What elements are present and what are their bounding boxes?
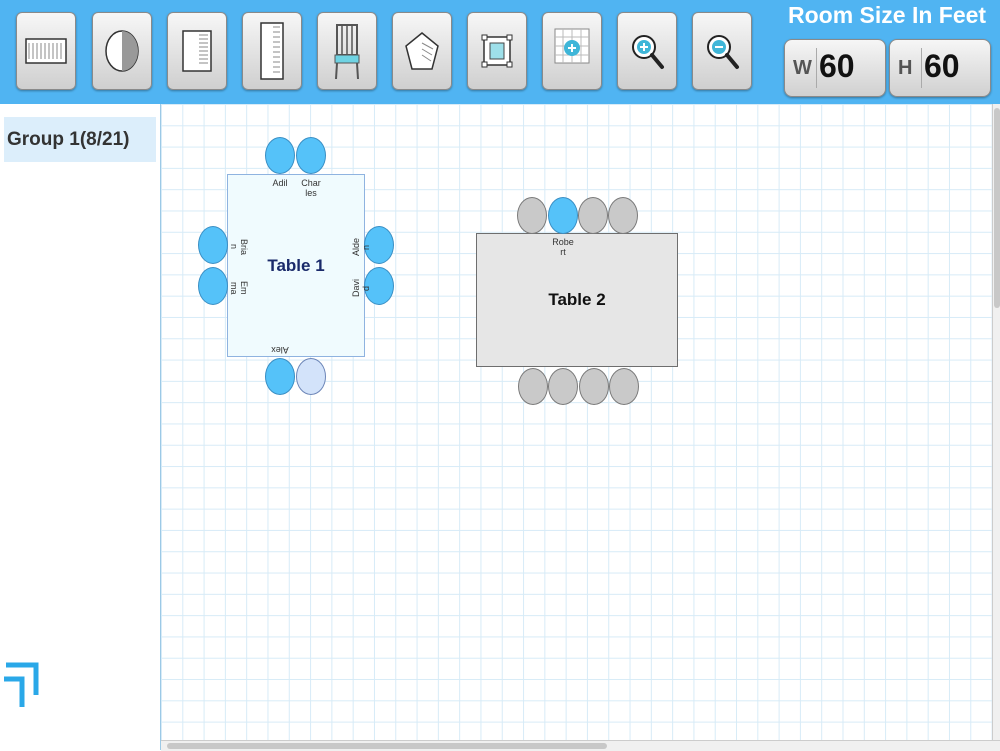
guest-name: Em ma <box>229 281 249 295</box>
table-1-seat-top-right[interactable] <box>296 137 326 174</box>
table-2-seat-top-4[interactable] <box>608 197 638 234</box>
guest-name: Davi d <box>351 279 371 298</box>
pentagon-button[interactable] <box>392 12 452 90</box>
square-table-button[interactable] <box>167 12 227 90</box>
chair-icon <box>334 24 360 80</box>
room-size-title: Room Size In Feet <box>788 2 987 28</box>
guest-name: Char les <box>301 178 321 198</box>
table-2-seat-bottom-4[interactable] <box>609 368 639 405</box>
vertical-scrollbar[interactable] <box>992 104 1000 740</box>
table-2-label: Table 2 <box>548 290 606 309</box>
zoom-in-button[interactable] <box>617 12 677 90</box>
guest-name: Alde n <box>351 238 371 257</box>
table-1-label: Table 1 <box>267 255 325 275</box>
fit-to-screen-icon <box>481 34 513 68</box>
table-2-seat-bottom-3[interactable] <box>579 368 609 405</box>
guest-name: Robe rt <box>552 237 574 257</box>
table-1-seat-top-left[interactable] <box>265 137 295 174</box>
zoom-out-icon <box>707 35 739 69</box>
table-2-seat-top-2[interactable] <box>548 197 578 234</box>
long-table-icon <box>260 22 284 80</box>
table-1-seat-left-bottom[interactable] <box>198 267 228 305</box>
height-separator <box>921 48 922 88</box>
zoom-in-icon <box>632 35 664 69</box>
long-table-button[interactable] <box>242 12 302 90</box>
room-width-field[interactable]: W 60 <box>784 39 886 97</box>
rectangle-table-button[interactable] <box>16 12 76 90</box>
table-2-seat-bottom-1[interactable] <box>518 368 548 405</box>
rectangle-table-icon <box>25 38 67 64</box>
square-table-icon <box>182 30 212 72</box>
guest-name: Bria n <box>229 238 249 255</box>
table-1-seat-left-top[interactable] <box>198 226 228 264</box>
fit-to-screen-button[interactable] <box>467 12 527 90</box>
grid-zoom-button[interactable] <box>542 12 602 90</box>
toolbar: Room Size In Feet W 60 H 60 <box>0 0 1000 106</box>
guest-name: Alex <box>271 345 289 355</box>
pentagon-icon <box>405 32 439 70</box>
height-value[interactable]: 60 <box>924 48 960 85</box>
group-label: Group 1(8/21) <box>7 129 130 150</box>
horizontal-scrollbar[interactable] <box>161 740 1000 751</box>
group-item[interactable]: Group 1(8/21) <box>4 117 156 162</box>
table-2-seat-top-3[interactable] <box>578 197 608 234</box>
room-height-field[interactable]: H 60 <box>889 39 991 97</box>
width-separator <box>816 48 817 88</box>
guest-group-sidebar: Group 1(8/21) <box>0 104 161 750</box>
round-table-button[interactable] <box>92 12 152 90</box>
table-2-seat-top-1[interactable] <box>517 197 547 234</box>
table-1[interactable]: Table 1 <box>227 174 365 357</box>
guest-name: Adil <box>272 178 288 188</box>
chair-button[interactable] <box>317 12 377 90</box>
zoom-out-button[interactable] <box>692 12 752 90</box>
grid-zoom-icon <box>554 28 590 64</box>
width-label: W <box>793 57 812 79</box>
width-value[interactable]: 60 <box>819 48 855 85</box>
table-2-seat-bottom-2[interactable] <box>548 368 578 405</box>
table-1-seat-bottom-right[interactable] <box>296 358 326 395</box>
collapse-corner-icon[interactable] <box>2 659 42 709</box>
table-1-seat-bottom-left[interactable] <box>265 358 295 395</box>
height-label: H <box>898 57 913 79</box>
horizontal-scroll-thumb[interactable] <box>167 743 607 749</box>
vertical-scroll-thumb[interactable] <box>994 108 1000 308</box>
round-table-icon <box>105 30 139 72</box>
